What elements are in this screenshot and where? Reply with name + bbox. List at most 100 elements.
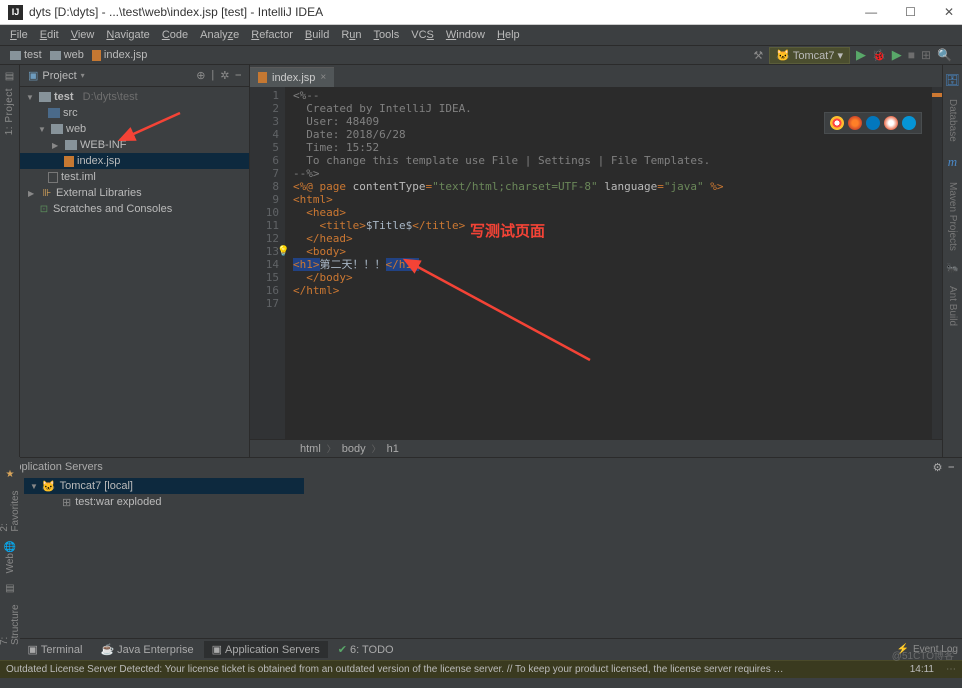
code-editor[interactable]: 1234567891011121314151617 <%-- Created b…: [250, 87, 942, 439]
tree-node-testiml[interactable]: test.iml: [20, 169, 249, 185]
menu-run[interactable]: Run: [337, 27, 365, 43]
tab-java-enterprise[interactable]: ☕Java Enterprise: [92, 641, 201, 658]
close-tab-icon[interactable]: ×: [320, 72, 326, 83]
server-node-tomcat[interactable]: ▼ 🐱 Tomcat7 [local]: [24, 478, 304, 494]
menu-navigate[interactable]: Navigate: [102, 27, 153, 43]
maximize-button[interactable]: ☐: [905, 5, 916, 19]
maven-tool-label[interactable]: Maven Projects: [947, 182, 958, 251]
ant-tool-label[interactable]: Ant Build: [947, 286, 958, 326]
server-node-artifact[interactable]: ⊞ test:war exploded: [24, 494, 962, 510]
web-icon[interactable]: 🌐: [4, 542, 16, 553]
debug-button[interactable]: 🐞: [872, 49, 886, 62]
divider-icon: |: [211, 69, 214, 82]
menu-code[interactable]: Code: [158, 27, 192, 43]
tree-node-web[interactable]: ▼web: [20, 121, 249, 137]
ant-icon[interactable]: 🐜: [946, 263, 958, 274]
web-label[interactable]: Web: [5, 553, 16, 573]
server-tree[interactable]: ▼ 🐱 Tomcat7 [local] ⊞ test:war exploded: [24, 476, 962, 638]
app-servers-title: Application Servers: [8, 461, 103, 473]
editor-tab-indexjsp[interactable]: index.jsp ×: [250, 67, 334, 87]
project-tree[interactable]: ▼ test D:\dyts\test src ▼web ▶WEB-INF in…: [20, 87, 249, 457]
run-button[interactable]: ▶: [856, 47, 866, 63]
project-tool-label[interactable]: 1: Project: [4, 88, 15, 135]
menu-analyze[interactable]: Analyze: [196, 27, 243, 43]
bottom-tool-tabs: ▣ ▣Terminal ☕Java Enterprise ▣Applicatio…: [0, 638, 962, 660]
java-icon: ☕: [100, 643, 114, 656]
status-extra: ⋯: [946, 664, 956, 675]
breadcrumb-test[interactable]: test: [10, 49, 42, 61]
crumb-h1[interactable]: h1: [387, 443, 399, 455]
hide-icon[interactable]: ⎯: [949, 461, 955, 474]
safari-icon[interactable]: [866, 116, 880, 130]
firefox-icon[interactable]: [848, 116, 862, 130]
jsp-icon: [64, 156, 74, 167]
stop-button[interactable]: ■: [908, 48, 915, 62]
editor-area: index.jsp × 1234567891011121314151617 <%…: [250, 65, 942, 457]
folder-icon: [48, 108, 60, 118]
navbar: test web index.jsp ⚒ 🐱 Tomcat7 ▾ ▶ 🐞 ▶ ■…: [0, 45, 962, 65]
hide-icon[interactable]: ⎯: [236, 69, 242, 82]
crumb-html[interactable]: html: [300, 443, 321, 455]
menu-tools[interactable]: Tools: [370, 27, 404, 43]
project-pane: ▣Project ▾ ⊕ | ✲ ⎯ ▼ test D:\dyts\test s…: [20, 65, 250, 457]
menu-refactor[interactable]: Refactor: [247, 27, 297, 43]
project-pane-header: ▣Project ▾ ⊕ | ✲ ⎯: [20, 65, 249, 87]
menu-edit[interactable]: Edit: [36, 27, 63, 43]
tab-todo[interactable]: ✔6: TODO: [330, 641, 402, 658]
menu-view[interactable]: View: [67, 27, 99, 43]
ie-icon[interactable]: [902, 116, 916, 130]
hammer-icon[interactable]: ⚒: [753, 49, 763, 62]
app-servers-pane: Application Servers ⚙⎯ ▶ 🐞 ■ ⟳ ◆ ▼ 🐱 Tom…: [0, 457, 962, 638]
menu-window[interactable]: Window: [442, 27, 489, 43]
tab-terminal[interactable]: ▣Terminal: [19, 641, 90, 658]
code-content[interactable]: <%-- Created by IntelliJ IDEA. User: 484…: [285, 87, 932, 439]
status-bar: Outdated License Server Detected: Your l…: [0, 660, 962, 678]
collapse-icon[interactable]: ⊕: [196, 69, 205, 82]
tree-node-root[interactable]: ▼ test D:\dyts\test: [20, 89, 249, 105]
opera-icon[interactable]: [884, 116, 898, 130]
menu-help[interactable]: Help: [493, 27, 524, 43]
left-lower-tools: ★ 2: Favorites 🌐 Web ▤ 7: Structure: [0, 457, 20, 655]
chrome-icon[interactable]: [830, 116, 844, 130]
menu-file[interactable]: File: [6, 27, 32, 43]
tree-node-extlib[interactable]: ▶⊪External Libraries: [20, 185, 249, 201]
database-icon[interactable]: 🗄: [945, 73, 960, 87]
favorites-label[interactable]: 2: Favorites: [0, 480, 21, 532]
structure-label[interactable]: 7: Structure: [0, 594, 21, 645]
tree-node-scratch[interactable]: ⊡Scratches and Consoles: [20, 201, 249, 217]
intention-bulb-icon[interactable]: 💡: [277, 245, 289, 258]
status-message: Outdated License Server Detected: Your l…: [6, 664, 786, 675]
gear-icon[interactable]: ✲: [220, 69, 229, 82]
breadcrumb-index[interactable]: index.jsp: [92, 49, 147, 61]
project-pane-title[interactable]: Project: [42, 70, 76, 82]
structure-icon[interactable]: ▤: [5, 583, 14, 594]
window-title: dyts [D:\dyts] - ...\test\web\index.jsp …: [29, 5, 323, 19]
app-servers-header: Application Servers ⚙ ⎯: [0, 458, 962, 476]
tree-node-src[interactable]: src: [20, 105, 249, 121]
breadcrumb-web[interactable]: web: [50, 49, 84, 61]
menu-build[interactable]: Build: [301, 27, 333, 43]
run-coverage-button[interactable]: ▶: [892, 47, 902, 63]
error-stripe[interactable]: [932, 87, 942, 439]
jsp-icon: [258, 72, 267, 83]
crumb-body[interactable]: body: [342, 443, 366, 455]
tool-icon[interactable]: ⊞: [921, 48, 931, 62]
gear-icon[interactable]: ⚙: [933, 461, 943, 474]
search-icon[interactable]: 🔍: [937, 48, 952, 62]
tree-node-indexjsp[interactable]: index.jsp: [20, 153, 249, 169]
menu-vcs[interactable]: VCS: [407, 27, 438, 43]
folder-icon: [51, 124, 63, 134]
run-config-dropdown[interactable]: 🐱 Tomcat7 ▾: [769, 47, 850, 64]
close-button[interactable]: ✕: [944, 5, 954, 19]
database-tool-label[interactable]: Database: [947, 99, 958, 142]
editor-breadcrumb: html〉 body〉 h1: [250, 439, 942, 457]
menubar: File Edit View Navigate Code Analyze Ref…: [0, 25, 962, 45]
app-icon: IJ: [8, 5, 23, 20]
minimize-button[interactable]: —: [865, 5, 877, 19]
iml-icon: [48, 172, 58, 183]
tab-application-servers[interactable]: ▣Application Servers: [204, 641, 328, 658]
project-tool-tab[interactable]: ▤: [5, 71, 14, 82]
tree-node-webinf[interactable]: ▶WEB-INF: [20, 137, 249, 153]
maven-icon[interactable]: m: [948, 154, 957, 170]
favorites-icon[interactable]: ★: [6, 469, 15, 480]
